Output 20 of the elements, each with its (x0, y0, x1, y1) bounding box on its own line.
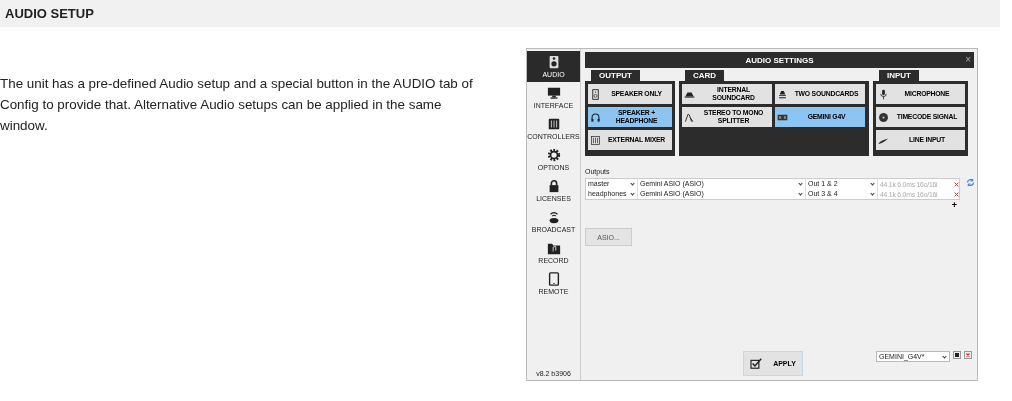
headphone-icon (590, 111, 601, 123)
sliders-icon (590, 134, 601, 146)
window-title: AUDIO SETTINGS (745, 55, 814, 65)
paragraph: The unit has a pre-defined Audio setup and a special button in the AUDIO tab of Config to provide that. Alternative Audio setups can be applied in the same window. (0, 75, 474, 135)
delete-icon[interactable] (964, 351, 972, 359)
close-button[interactable]: × (965, 54, 971, 65)
mic-icon (878, 88, 889, 100)
disc-icon (878, 111, 889, 123)
section-title: AUDIO SETUP (5, 6, 94, 21)
settings-icon (546, 147, 561, 162)
save-icon[interactable] (953, 351, 961, 359)
tablet-icon (546, 271, 561, 286)
delete-icon[interactable] (954, 181, 959, 187)
monitor-icon (546, 85, 561, 100)
add-output-button[interactable]: + (951, 201, 957, 210)
checkbox-icon (750, 358, 764, 369)
sliders-icon (546, 116, 561, 131)
speaker-icon (590, 88, 601, 100)
refresh-icon[interactable] (966, 178, 975, 187)
delete-icon[interactable] (954, 191, 959, 197)
